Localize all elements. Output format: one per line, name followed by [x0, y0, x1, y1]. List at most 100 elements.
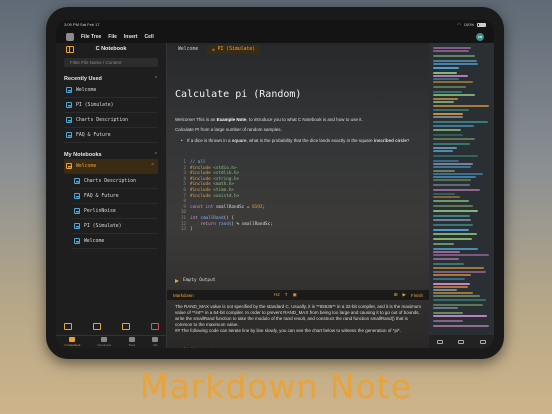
sidebar-title: C Notebook: [95, 46, 127, 52]
play-icon[interactable]: ▶: [403, 292, 406, 298]
file-icon: [66, 102, 72, 108]
file-icon: [74, 208, 80, 214]
preview-stripe: [433, 160, 459, 162]
notebook-item-welcome[interactable]: Welcome: [72, 234, 158, 249]
output-label: Empty Output: [183, 278, 216, 283]
code-token: // all: [190, 160, 206, 165]
notebook-icon: [69, 337, 76, 342]
notebook-item-perlin[interactable]: PerlinNoise: [72, 204, 158, 219]
markdown-heading[interactable]: ## The following code can iterate line b…: [175, 328, 423, 334]
screen-icon[interactable]: [436, 339, 443, 344]
preview-stripe: [433, 134, 463, 136]
import-icon[interactable]: [122, 322, 130, 330]
preview-stripe: [433, 210, 478, 212]
section-my-notebooks[interactable]: My Notebooks ⌃: [64, 150, 158, 159]
section-recently-used[interactable]: Recently Used ⌃: [64, 74, 158, 83]
notebook-item-charts[interactable]: Charts Description: [72, 174, 158, 189]
battery-icon: [477, 22, 486, 27]
preview-stripe: [433, 243, 454, 245]
recent-item-charts[interactable]: Charts Description: [64, 113, 158, 128]
add-cell-icon[interactable]: ⊞: [394, 292, 398, 298]
preview-stripe: [433, 233, 477, 235]
notebook-item-label: FAQ & Future: [84, 193, 119, 199]
preview-stripe: [433, 271, 486, 273]
preview-stripe: [433, 50, 469, 52]
battery-percent: 100%: [463, 22, 474, 27]
code-token: <time.h>: [213, 187, 234, 193]
play-icon[interactable]: [175, 278, 179, 283]
doc-tab-label: PI (Simulate): [217, 47, 256, 52]
tab-me[interactable]: Me: [152, 337, 159, 347]
tab-c-notebook[interactable]: C Notebook: [65, 337, 80, 347]
preview-stripe: [433, 98, 458, 100]
new-file-icon[interactable]: [93, 322, 101, 330]
preview-stripe: [433, 150, 453, 152]
tab-bar: C Notebook Document Tools Me: [56, 335, 167, 348]
editor-pane: Welcome ⊗ PI (Simulate) Calculate pi (Ra…: [167, 43, 429, 348]
preview-stripe: [433, 55, 475, 57]
line-number: 13: [180, 227, 186, 233]
code-token: () {: [223, 215, 235, 221]
preview-stripe: [433, 129, 461, 131]
menu-insert[interactable]: Insert: [124, 34, 138, 40]
text-button[interactable]: T: [285, 292, 288, 298]
markdown-paragraph[interactable]: The RAND_MAX value is not specified by t…: [175, 304, 423, 328]
preview-stripe: [433, 205, 473, 207]
notebook-item-faq[interactable]: FAQ & Future: [72, 189, 158, 204]
code-token: ;: [262, 204, 266, 210]
trash-icon[interactable]: [151, 322, 159, 330]
menu-file-tree[interactable]: File Tree: [81, 34, 101, 40]
code-token: 8192: [252, 204, 263, 210]
doc-tab-welcome[interactable]: Welcome: [173, 45, 203, 54]
code-cell-1[interactable]: 1// all 2 #include <stdio.h> 3 #include <std…: [175, 160, 423, 233]
preview-stripe: [433, 75, 468, 77]
tab-document[interactable]: Document: [98, 337, 111, 347]
preview-stripe: [433, 179, 471, 181]
preview-stripe: [433, 258, 459, 260]
chevron-up-icon[interactable]: ⌃: [154, 152, 158, 158]
avatar[interactable]: CN: [476, 33, 484, 41]
preview-stripe: [433, 267, 484, 269]
code-token: #include: [190, 182, 214, 188]
menu-file[interactable]: File: [108, 34, 117, 40]
file-icon: [74, 238, 80, 244]
preview-stripe: [433, 184, 470, 186]
play-icon[interactable]: [458, 339, 465, 344]
search-input[interactable]: Filter File Name / Content: [64, 58, 158, 67]
recent-item-welcome[interactable]: Welcome: [64, 83, 158, 98]
preview-stripe: [433, 166, 471, 168]
code-token: return: [190, 221, 219, 227]
heading-button[interactable]: H2: [274, 292, 280, 298]
close-icon[interactable]: ⊗: [212, 47, 214, 52]
code-token: #include: [190, 187, 214, 193]
preview-stripe: [433, 325, 489, 327]
preview-stripe: [433, 304, 483, 306]
person-icon: [152, 337, 159, 342]
tab-tools[interactable]: Tools: [128, 337, 135, 347]
new-folder-icon[interactable]: [64, 322, 72, 330]
code-token: <stdio.h>: [213, 165, 237, 171]
markdown-label: Markdown: [173, 292, 194, 298]
page-title: Calculate pi (Random): [175, 89, 302, 100]
markdown-toolbar: Markdown H2 T ▣ ⊞ ▶ Finish: [167, 290, 429, 300]
finish-button[interactable]: Finish: [411, 293, 423, 298]
app-icon[interactable]: [66, 32, 74, 41]
recent-item-faq[interactable]: FAQ & Future: [64, 128, 158, 143]
microphone-icon[interactable]: [480, 339, 487, 344]
sidebar-header: C Notebook: [56, 43, 166, 56]
preview-stripe: [433, 121, 488, 123]
chevron-up-icon[interactable]: ⌃: [154, 76, 158, 82]
menu-bar: File Tree File Insert Cell CN: [56, 30, 494, 43]
wifi-icon: ◠: [457, 22, 461, 27]
doc-tab-pi[interactable]: ⊗ PI (Simulate): [207, 45, 261, 54]
chevron-up-icon[interactable]: ⌃: [151, 163, 154, 169]
recent-item-pi[interactable]: PI (Simulate): [64, 98, 158, 113]
folder-label: Welcome: [76, 163, 97, 169]
code-token: const int: [190, 204, 216, 210]
image-button[interactable]: ▣: [293, 292, 297, 298]
folder-welcome[interactable]: Welcome ⌃: [64, 159, 158, 174]
notebook-item-pi[interactable]: PI (Simulate): [72, 219, 158, 234]
menu-cell[interactable]: Cell: [145, 34, 154, 40]
code-line: 13}: [175, 227, 423, 233]
preview-stripe: [433, 312, 463, 314]
